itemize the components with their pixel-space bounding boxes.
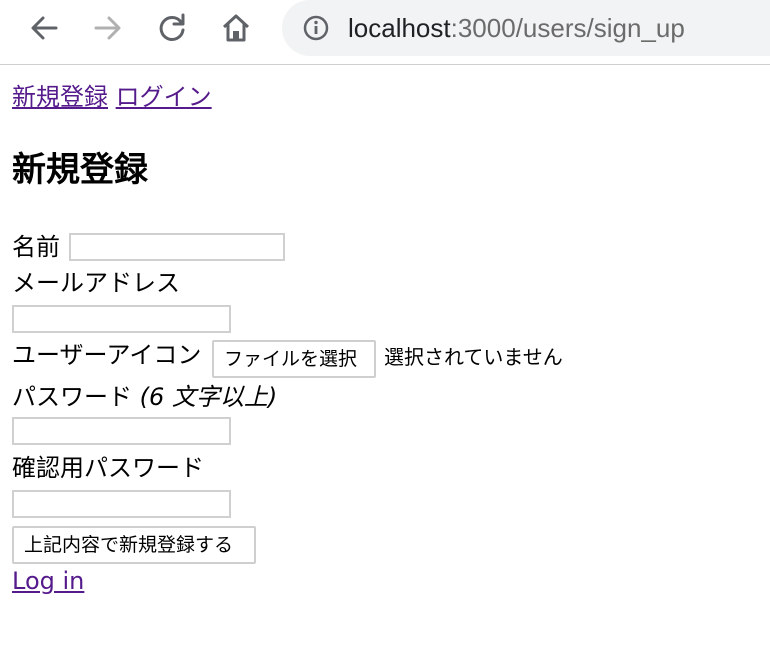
email-label: メールアドレス (12, 269, 180, 297)
reload-icon[interactable] (154, 10, 190, 46)
url-host: localhost (348, 13, 451, 43)
choose-file-button[interactable]: ファイルを選択 (212, 340, 376, 378)
email-field[interactable] (12, 305, 231, 333)
page-title: 新規登録 (12, 150, 148, 190)
signup-link[interactable]: 新規登録 (12, 83, 108, 111)
log-in-link[interactable]: Log in (12, 567, 84, 595)
submit-button[interactable]: 上記内容で新規登録する (12, 526, 256, 564)
name-label: 名前 (12, 233, 60, 261)
login-link[interactable]: ログイン (116, 83, 212, 111)
password-confirm-label: 確認用パスワード (12, 454, 204, 482)
info-icon[interactable] (302, 14, 330, 42)
password-label: パスワード (12, 383, 132, 411)
password-hint: (6 文字以上) (139, 383, 278, 411)
name-field[interactable] (69, 233, 285, 261)
password-field[interactable] (12, 417, 231, 445)
file-status-text: 選択されていません (384, 345, 563, 369)
password-confirm-field[interactable] (12, 490, 231, 518)
forward-icon[interactable] (90, 10, 126, 46)
url-text[interactable]: localhost:3000/users/sign_up (348, 12, 685, 44)
home-icon[interactable] (218, 10, 254, 46)
url-path: :3000/users/sign_up (450, 13, 685, 43)
address-bar[interactable]: localhost:3000/users/sign_up (282, 0, 770, 56)
password-label-row: パスワード (6 文字以上) (12, 382, 277, 412)
footer-links: Log in (12, 566, 84, 596)
icon-label: ユーザーアイコン (12, 341, 202, 369)
browser-toolbar: localhost:3000/users/sign_up (0, 0, 770, 65)
back-icon[interactable] (26, 10, 62, 46)
top-nav: 新規登録 ログイン (12, 82, 212, 112)
